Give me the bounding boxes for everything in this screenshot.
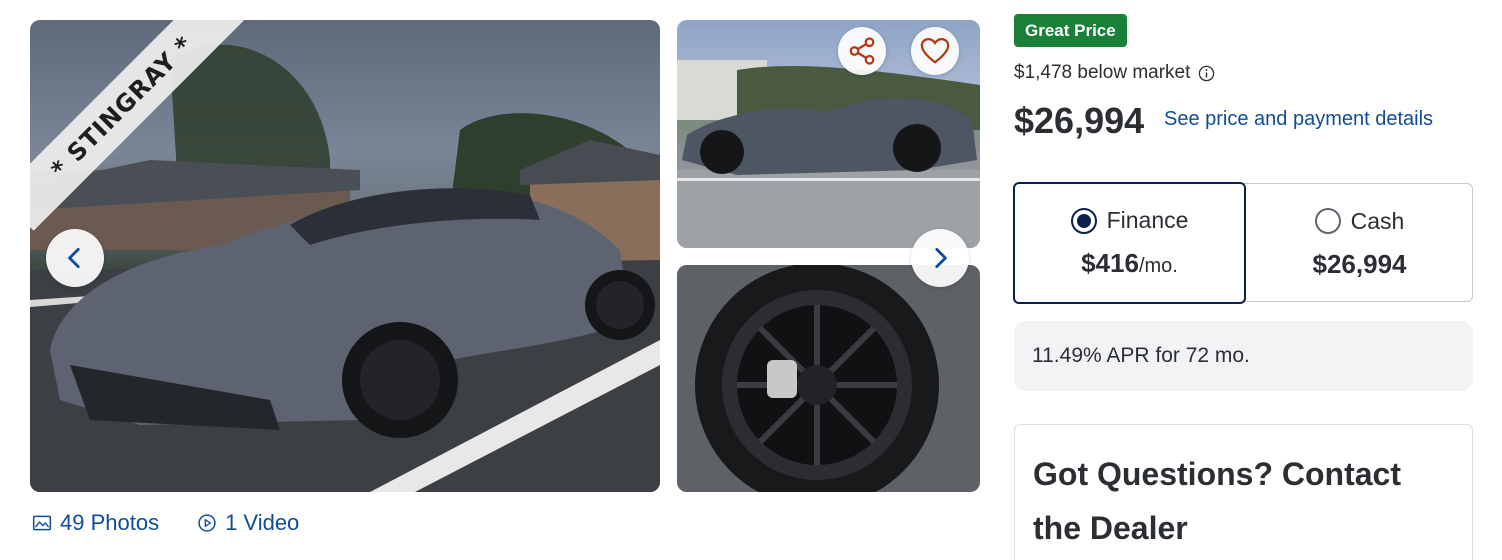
price-details-link[interactable]: See price and payment details (1164, 108, 1433, 131)
cash-label: Cash (1350, 207, 1405, 234)
finance-label: Finance (1106, 207, 1189, 233)
cash-amount: $26,994 (1312, 248, 1407, 279)
apr-summary: 11.49% APR for 72 mo. (1014, 321, 1473, 391)
video-link[interactable]: 1 Video (197, 510, 299, 536)
media-links: 49 Photos 1 Video (32, 510, 299, 536)
finance-unit: /mo. (1138, 255, 1178, 277)
deal-badge: Great Price (1014, 14, 1127, 47)
below-market-label: $1,478 below market (1014, 62, 1191, 83)
chevron-left-icon (68, 247, 80, 269)
thumbnail-wheel-photo[interactable] (677, 265, 980, 492)
finance-option[interactable]: Finance $416/mo. (1013, 182, 1246, 304)
payment-type-toggle: Cash $26,994 Finance $416/mo. (1013, 182, 1473, 304)
listing-price: $26,994 (1014, 100, 1145, 141)
video-link-label: 1 Video (225, 510, 300, 535)
image-icon (32, 515, 52, 531)
finance-amount: $416/mo. (1081, 248, 1178, 279)
play-icon (198, 514, 216, 532)
finance-radio[interactable] (1070, 207, 1097, 234)
main-photo[interactable]: * STINGRAY * (30, 20, 660, 492)
contact-dealer-card: Got Questions? Contact the Dealer (1014, 424, 1473, 560)
previous-photo-button[interactable] (46, 229, 104, 287)
heart-icon (920, 37, 950, 64)
finance-monthly-amount: $416 (1081, 248, 1139, 278)
next-photo-button[interactable] (911, 229, 969, 287)
contact-heading: Got Questions? Contact the Dealer (1033, 456, 1401, 546)
photos-link[interactable]: 49 Photos (32, 510, 159, 536)
cash-radio[interactable] (1314, 208, 1341, 234)
photos-link-label: 49 Photos (60, 510, 160, 535)
wheel-closeup-photo (677, 265, 980, 492)
info-icon[interactable] (1198, 65, 1215, 82)
favorite-button[interactable] (911, 27, 959, 75)
share-button[interactable] (838, 27, 886, 75)
chevron-right-icon (935, 247, 947, 269)
cash-option[interactable]: Cash $26,994 (1246, 184, 1473, 303)
below-market-text: $1,478 below market (1014, 62, 1215, 84)
share-icon (849, 37, 875, 65)
